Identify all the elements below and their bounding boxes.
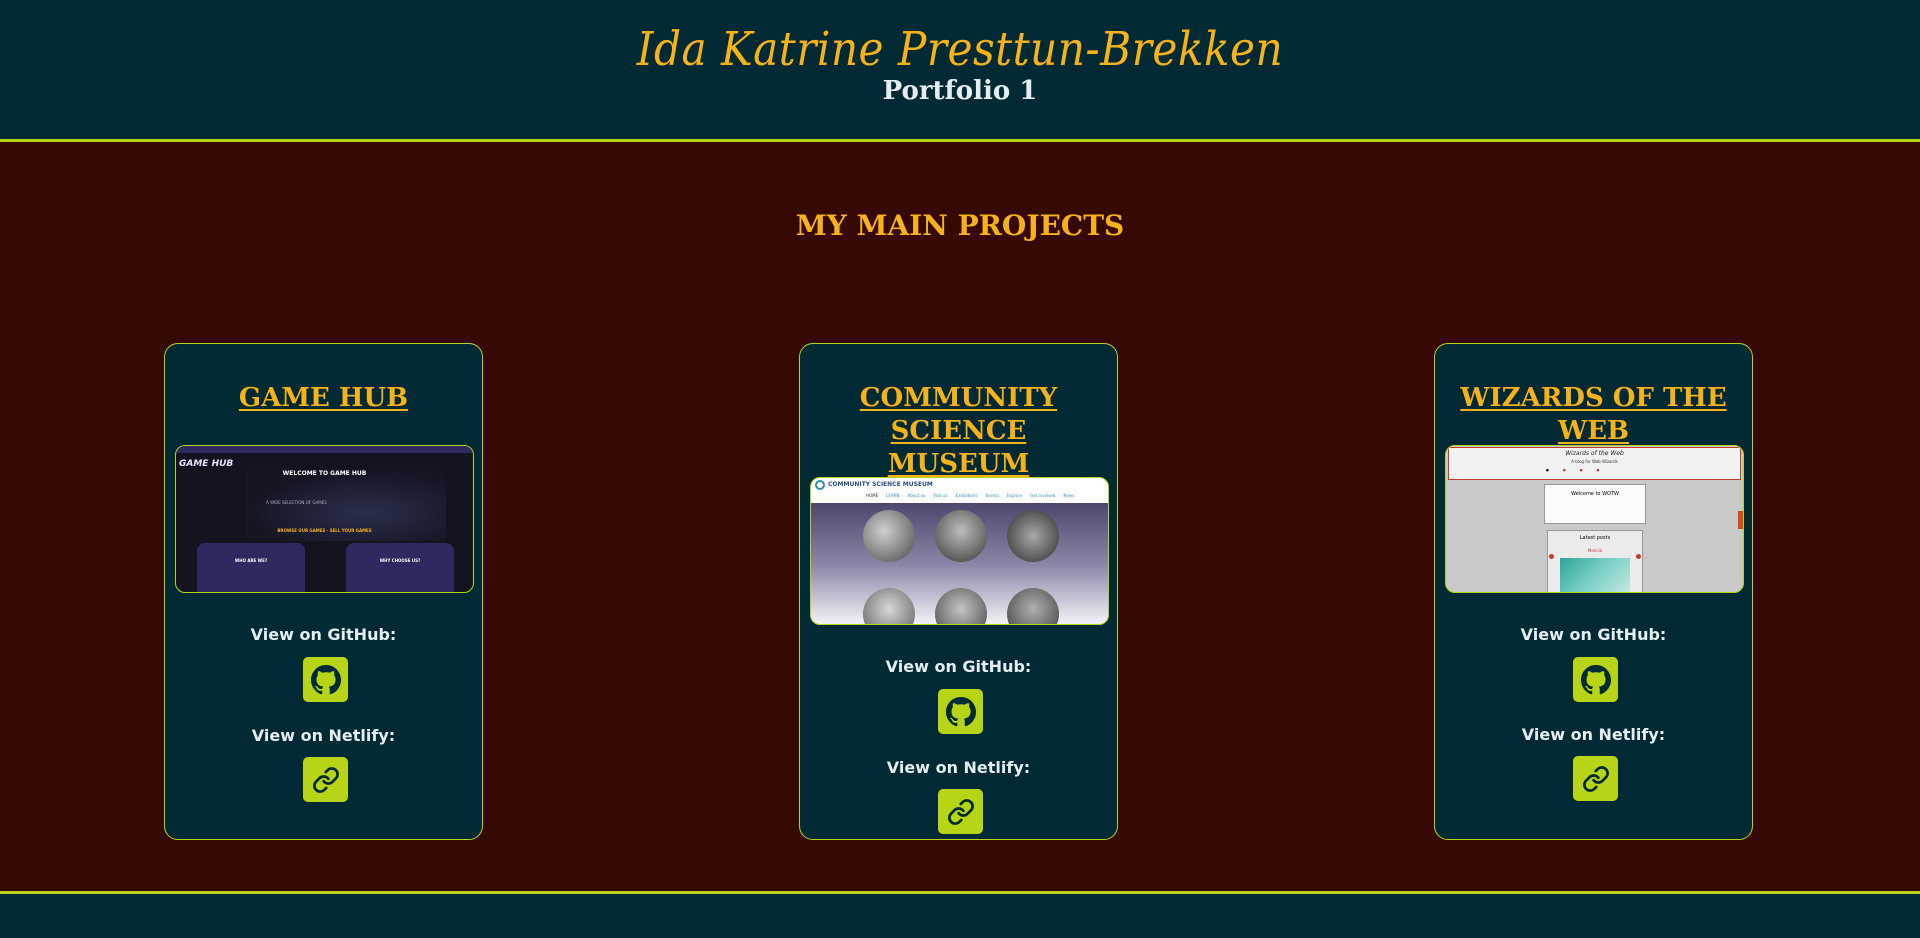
project-screenshot[interactable]: COMMUNITY SCIENCE MUSEUM HOME LEARN Abou… (810, 477, 1109, 625)
screenshot-cta: BROWSE OUR GAMES · SELL YOUR GAMES (277, 528, 372, 533)
github-link[interactable] (303, 657, 348, 702)
site-owner-name: Ida Katrine Presttun-Brekken (636, 22, 1284, 77)
project-screenshot[interactable]: GAME HUB WELCOME TO GAME HUB A WIDE SELE… (175, 445, 474, 593)
site-subtitle: Portfolio 1 (882, 76, 1038, 106)
screenshot-heading: WELCOME TO GAME HUB (282, 470, 367, 477)
project-card-game-hub: GAME HUB GAME HUB WELCOME TO GAME HUB A … (164, 343, 483, 840)
view-github-label: View on GitHub: (1520, 625, 1667, 644)
screenshot-tagline: A blog for Web Wizards (1571, 459, 1618, 464)
github-icon (1580, 664, 1611, 694)
view-netlify-label: View on Netlify: (1521, 725, 1666, 744)
site-header: Ida Katrine Presttun-Brekken Portfolio 1 (0, 0, 1920, 142)
netlify-link[interactable] (1573, 756, 1618, 801)
netlify-link[interactable] (938, 789, 983, 834)
screenshot-logo: COMMUNITY SCIENCE MUSEUM (828, 481, 933, 488)
github-icon (945, 696, 976, 726)
view-netlify-label: View on Netlify: (886, 758, 1031, 777)
screenshot-logo: Wizards of the Web (1565, 450, 1624, 457)
view-netlify-label: View on Netlify: (251, 726, 396, 745)
github-link[interactable] (1573, 657, 1618, 702)
screenshot-heading: Welcome to WOTW (1571, 491, 1619, 497)
link-icon (1582, 765, 1609, 792)
project-title[interactable]: GAME HUB (165, 382, 482, 415)
screenshot-box-right: WHY CHOOSE US? (379, 558, 421, 563)
screenshot-post: Moncia (1587, 548, 1603, 553)
project-screenshot[interactable]: Wizards of the Web A blog for Web Wizard… (1445, 445, 1744, 593)
site-footer (0, 891, 1920, 938)
project-card-wizards-of-the-web: WIZARDS OF THE WEB Wizards of the Web A … (1434, 343, 1753, 840)
view-github-label: View on GitHub: (885, 657, 1032, 676)
project-title[interactable]: COMMUNITY SCIENCE MUSEUM (800, 382, 1117, 481)
link-icon (312, 766, 339, 793)
screenshot-box-left: WHO ARE WE? (234, 558, 268, 563)
github-icon (310, 664, 341, 694)
view-github-label: View on GitHub: (250, 625, 397, 644)
project-title[interactable]: WIZARDS OF THE WEB (1435, 382, 1752, 448)
screenshot-nav: HOME LEARN About us Visit us Exhibitions… (866, 493, 1075, 498)
screenshot-tagline: A WIDE SELECTION OF GAMES (266, 500, 327, 505)
github-link[interactable] (938, 689, 983, 734)
screenshot-logo-mark (815, 480, 825, 490)
screenshot-logo: GAME HUB (179, 459, 234, 469)
section-title: MY MAIN PROJECTS (795, 209, 1125, 242)
project-card-community-science-museum: COMMUNITY SCIENCE MUSEUM COMMUNITY SCIEN… (799, 343, 1118, 840)
screenshot-latest: Latest posts (1579, 535, 1611, 541)
link-icon (947, 798, 974, 825)
netlify-link[interactable] (303, 757, 348, 802)
